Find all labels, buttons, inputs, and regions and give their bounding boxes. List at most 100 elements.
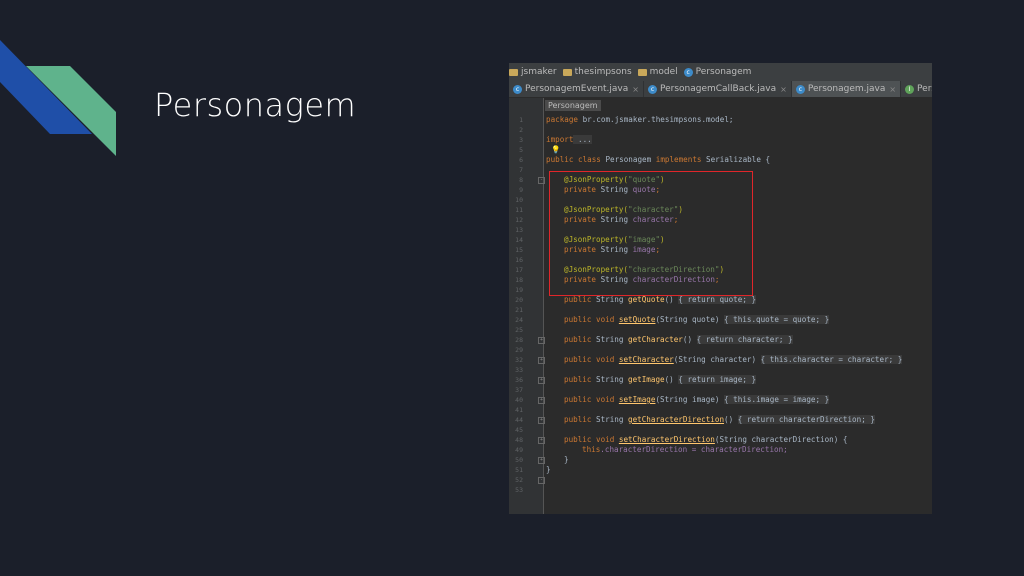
code-line: } — [546, 465, 551, 475]
nav-crumb-model[interactable]: model — [637, 67, 678, 77]
code-line: public String getImage() { return image;… — [564, 375, 757, 385]
folder-icon — [637, 68, 647, 76]
line-number: 36 — [515, 376, 523, 384]
slide-title: Personagem — [154, 86, 357, 124]
code-token: public — [564, 355, 592, 364]
line-number: 1 — [519, 116, 523, 124]
code-token: this — [582, 445, 601, 454]
line-number: 15 — [515, 246, 523, 254]
code-token: { return quote; } — [678, 295, 757, 304]
code-token: void — [591, 395, 619, 404]
line-number: 18 — [515, 276, 523, 284]
tab-label: PersonagemEvent.java — [525, 84, 629, 94]
nav-crumb-label: Personagem — [695, 67, 752, 77]
highlight-box — [549, 171, 753, 296]
line-number: 21 — [515, 306, 523, 314]
close-icon[interactable]: × — [780, 85, 787, 94]
code-token: getQuote — [628, 295, 665, 304]
line-number: 29 — [515, 346, 523, 354]
code-token: br.com.jsmaker.thesimpsons.model; — [578, 115, 734, 124]
code-line: import ... — [546, 135, 592, 145]
close-icon[interactable]: × — [889, 85, 896, 94]
tab-personagem-event[interactable]: c PersonagemEvent.java × — [509, 81, 644, 97]
tab-label: PersonagemSe — [917, 84, 932, 94]
line-number: 48 — [515, 436, 523, 444]
tab-label: Personagem.java — [807, 84, 886, 94]
line-number: 8 — [519, 176, 523, 184]
code-token: (String image) — [655, 395, 725, 404]
code-line: public class Personagem implements Seria… — [546, 155, 770, 165]
editor-tabs: c PersonagemEvent.java × c PersonagemCallBa… — [509, 81, 932, 98]
nav-crumb-jsmaker[interactable]: jsmaker — [509, 67, 557, 77]
line-number: 7 — [519, 166, 523, 174]
corner-decoration — [0, 40, 116, 156]
code-token: String — [591, 415, 629, 424]
code-token: .characterDirection = characterDirection… — [600, 445, 788, 454]
nav-crumb-label: thesimpsons — [574, 67, 632, 77]
code-token: public — [564, 435, 592, 444]
code-line: public String getQuote() { return quote;… — [564, 295, 757, 305]
code-token: String — [591, 375, 629, 384]
line-number: 53 — [515, 486, 523, 494]
line-number: 12 — [515, 216, 523, 224]
line-number: 45 — [515, 426, 523, 434]
code-token: { this.quote = quote; } — [724, 315, 830, 324]
tab-label: PersonagemCallBack.java — [659, 84, 777, 94]
navigation-bar: jsmaker thesimpsons model c Personagem — [509, 63, 932, 81]
nav-crumb-personagem[interactable]: c Personagem — [683, 67, 752, 77]
code-token: () — [724, 415, 738, 424]
line-number: 9 — [519, 186, 523, 194]
code-editor[interactable]: package br.com.jsmaker.thesimpsons.model… — [543, 98, 932, 514]
code-token: setCharacterDirection — [618, 435, 715, 444]
class-icon: c — [795, 84, 805, 94]
lightbulb-icon[interactable]: 💡 — [551, 145, 560, 155]
code-line: this.characterDirection = characterDirec… — [582, 445, 788, 455]
code-token: () — [682, 335, 697, 344]
line-number: 17 — [515, 266, 523, 274]
code-token: (String characterDirection) { — [714, 435, 848, 444]
line-number: 16 — [515, 256, 523, 264]
code-line: public void setCharacter(String characte… — [564, 355, 903, 365]
nav-crumb-label: model — [649, 67, 678, 77]
code-token: () — [664, 375, 679, 384]
code-token: setQuote — [618, 315, 656, 324]
code-line: public String getCharacterDirection() { … — [564, 415, 875, 425]
tab-personagem-service[interactable]: IPersonagemSe — [901, 81, 932, 97]
ide-screenshot: jsmaker thesimpsons model c Personagem cP… — [509, 63, 932, 514]
code-token: setImage — [618, 395, 656, 404]
code-token: (String quote) — [655, 315, 725, 324]
code-token: } — [564, 455, 569, 464]
line-number: 10 — [515, 196, 523, 204]
code-token: { return characterDirection; } — [737, 415, 875, 424]
line-number: 28 — [515, 336, 523, 344]
line-number: 52 — [515, 476, 523, 484]
code-token: } — [546, 465, 551, 474]
line-number: 24 — [515, 316, 523, 324]
code-line: public void setQuote(String quote) { thi… — [564, 315, 830, 325]
line-number: 50 — [515, 456, 523, 464]
nav-crumb-label: jsmaker — [521, 67, 557, 77]
line-number: 49 — [515, 446, 523, 454]
line-number: 37 — [515, 386, 523, 394]
code-token: Personagem — [600, 155, 656, 164]
code-token: getCharacter — [628, 335, 683, 344]
code-token: implements — [655, 155, 702, 164]
code-token: void — [591, 435, 619, 444]
code-token: public — [564, 415, 592, 424]
line-number: 44 — [515, 416, 523, 424]
line-number: 6 — [519, 156, 523, 164]
close-icon[interactable]: × — [632, 85, 639, 94]
class-icon: c — [513, 84, 522, 94]
interface-icon: I — [905, 84, 915, 94]
nav-crumb-thesimpsons[interactable]: thesimpsons — [562, 67, 632, 77]
tab-personagem[interactable]: c Personagem.java × — [791, 81, 902, 97]
tab-personagem-callback[interactable]: c PersonagemCallBack.java × — [644, 81, 792, 97]
code-token: Serializable { — [701, 155, 771, 164]
line-number: 33 — [515, 366, 523, 374]
code-token: getImage — [628, 375, 665, 384]
line-number: 5 — [519, 146, 523, 154]
code-token: () — [664, 295, 679, 304]
line-number: 11 — [515, 206, 523, 214]
line-number: 32 — [515, 356, 523, 364]
code-token: public — [564, 395, 592, 404]
